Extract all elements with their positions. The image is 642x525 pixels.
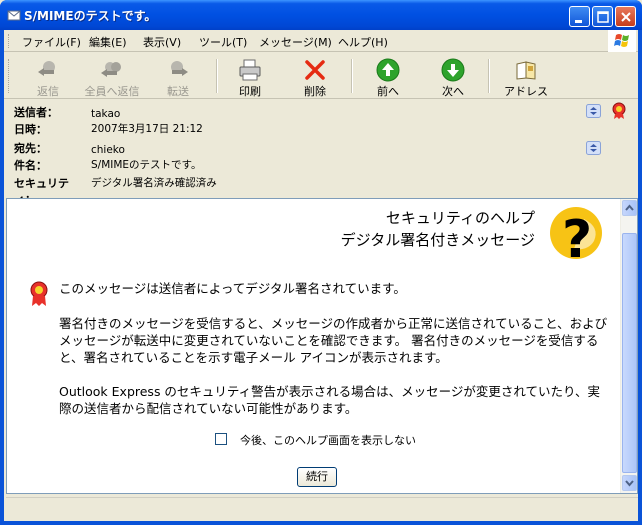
address-book-button[interactable]: アドレス <box>496 55 556 98</box>
from-label: 送信者： <box>14 106 58 119</box>
menu-view[interactable]: 表示(V) <box>143 34 181 50</box>
menu-message[interactable]: メッセージ(M) <box>259 34 332 50</box>
close-button[interactable] <box>615 6 636 27</box>
window-client: ファイル(F) 編集(E) 表示(V) ツール(T) メッセージ(M) ヘルプ(… <box>4 30 638 521</box>
reply-button[interactable]: 返信 <box>18 55 78 98</box>
previous-button[interactable]: 前へ <box>358 55 418 98</box>
subject-value: S/MIMEのテストです。 <box>91 159 202 171</box>
toolbar-separator <box>216 59 218 93</box>
delete-x-icon <box>305 60 325 80</box>
reply-icon <box>38 61 55 76</box>
forward-button[interactable]: 転送 <box>148 55 208 98</box>
minimize-button[interactable] <box>569 6 590 27</box>
address-book-icon <box>516 61 536 80</box>
message-header: 送信者： takao 日時： 2007年3月17日 21:12 宛先： chie… <box>4 100 638 206</box>
signed-statement: このメッセージは送信者によってデジタル署名されています。 <box>59 281 406 296</box>
scroll-down-icon <box>625 480 634 487</box>
next-button[interactable]: 次へ <box>423 55 483 98</box>
help-question-icon: ? <box>550 207 602 267</box>
signed-ribbon-icon[interactable] <box>611 102 627 120</box>
help-content-pane: セキュリティのヘルプ デジタル署名付きメッセージ ? このメッセージは送信者によ… <box>6 198 638 494</box>
title-bar[interactable]: S/MIMEのテストです。 <box>0 0 642 30</box>
scroll-up-icon <box>625 204 634 211</box>
maximize-button[interactable] <box>592 6 613 27</box>
to-value: chieko <box>91 144 125 156</box>
print-button[interactable]: 印刷 <box>220 55 280 98</box>
delete-button[interactable]: 削除 <box>285 55 345 98</box>
menu-edit[interactable]: 編集(E) <box>89 34 127 50</box>
scroll-up-button[interactable] <box>622 200 637 216</box>
menu-tools[interactable]: ツール(T) <box>199 34 247 50</box>
continue-button[interactable]: 続行 <box>297 467 337 487</box>
dont-show-label: 今後、このヘルプ画面を表示しない <box>240 434 416 447</box>
toolbar-grip <box>8 59 11 93</box>
from-scroll-icon[interactable] <box>586 104 601 118</box>
forward-icon <box>171 61 188 76</box>
window-title: S/MIMEのテストです。 <box>24 9 157 23</box>
windows-flag-icon <box>614 34 629 47</box>
windows-logo <box>608 30 636 52</box>
reply-label: 返信 <box>37 85 59 98</box>
previous-label: 前へ <box>377 85 399 98</box>
down-arrow-icon <box>441 58 465 82</box>
toolbar: 返信 全員へ返信 転送 印刷 削除 前へ 次へ アドレス <box>4 53 638 99</box>
delete-label: 削除 <box>304 85 326 98</box>
svg-text:?: ? <box>562 210 592 267</box>
menu-grip <box>8 34 11 48</box>
security-value: デジタル署名済み確認済み <box>91 177 217 189</box>
menu-bar: ファイル(F) 編集(E) 表示(V) ツール(T) メッセージ(M) ヘルプ(… <box>4 30 638 52</box>
to-scroll-icon[interactable] <box>586 141 601 155</box>
menu-file[interactable]: ファイル(F) <box>22 34 81 50</box>
date-label: 日時： <box>14 123 47 136</box>
next-label: 次へ <box>442 85 464 98</box>
help-title-line2: デジタル署名付きメッセージ <box>340 231 535 249</box>
from-value: takao <box>91 108 121 120</box>
menu-help[interactable]: ヘルプ(H) <box>338 34 388 50</box>
print-label: 印刷 <box>239 85 261 98</box>
envelope-icon <box>7 10 21 21</box>
signed-explanation: 署名付きのメッセージを受信すると、メッセージの作成者から正常に送信されていること… <box>59 316 608 365</box>
reply-all-label: 全員へ返信 <box>84 85 140 98</box>
security-warning-text: Outlook Express のセキュリティ警告が表示される場合は、メッセージ… <box>59 384 601 416</box>
toolbar-separator <box>351 59 353 93</box>
date-value: 2007年3月17日 21:12 <box>91 123 203 135</box>
reply-all-icon <box>101 62 121 77</box>
address-label: アドレス <box>504 85 548 98</box>
maximize-icon <box>597 11 609 23</box>
close-icon <box>621 12 631 22</box>
scroll-thumb[interactable] <box>622 233 637 473</box>
printer-icon <box>239 59 261 81</box>
window: S/MIMEのテストです。 ファイル(F) 編集(E) 表示(V) ツール(T)… <box>0 0 642 525</box>
signature-ribbon-icon <box>30 281 48 306</box>
dont-show-checkbox[interactable] <box>215 433 227 445</box>
subject-label: 件名： <box>14 159 47 172</box>
forward-label: 転送 <box>167 85 189 98</box>
help-title-line1: セキュリティのヘルプ <box>385 209 535 227</box>
minimize-icon <box>575 20 582 23</box>
status-bar <box>6 497 638 519</box>
scroll-down-button[interactable] <box>622 475 637 491</box>
reply-all-button[interactable]: 全員へ返信 <box>82 55 142 98</box>
up-arrow-icon <box>376 58 400 82</box>
to-label: 宛先： <box>14 142 47 155</box>
toolbar-separator <box>488 59 490 93</box>
vertical-scrollbar[interactable] <box>620 199 637 493</box>
